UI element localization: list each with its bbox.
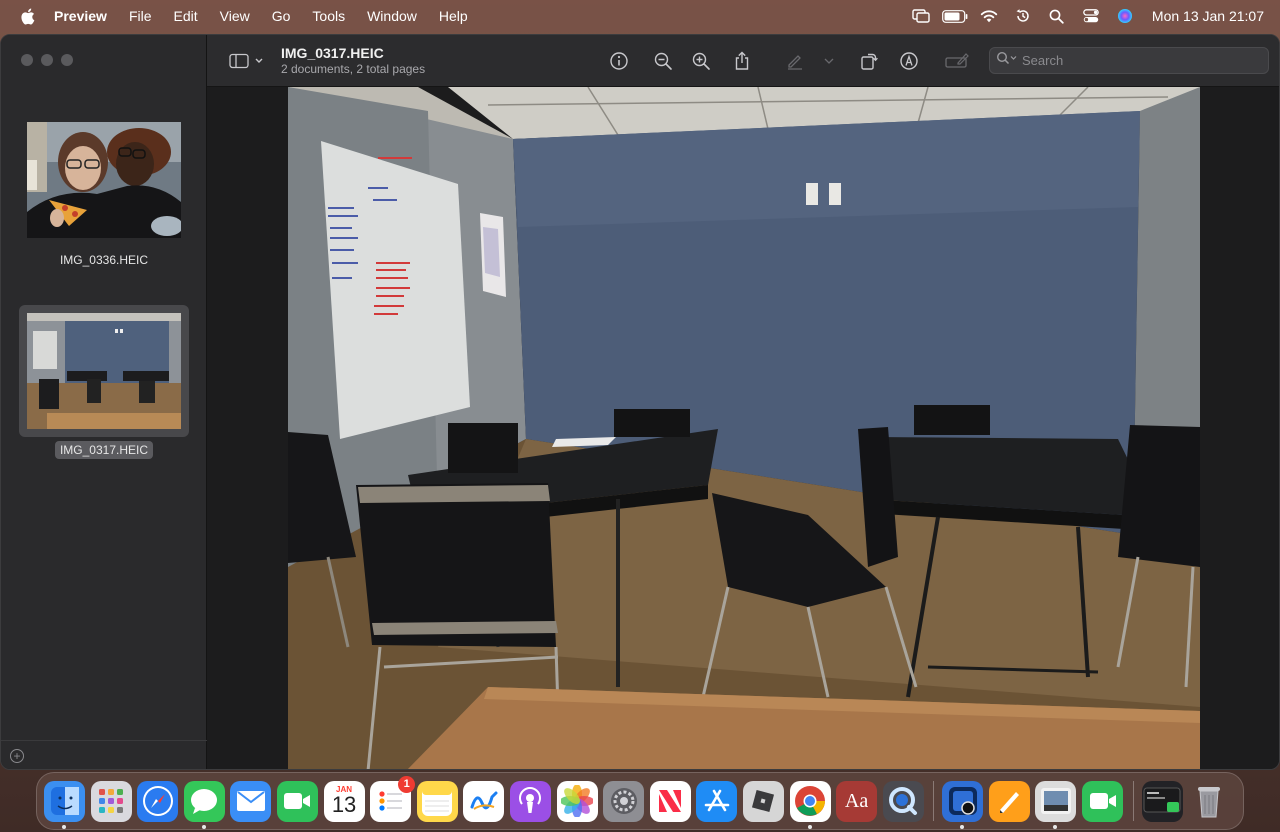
running-indicator [1053,824,1058,829]
menu-go[interactable]: Go [261,8,302,24]
sidebar-item-img-0336[interactable]: IMG_0336.HEIC [1,122,207,269]
share-icon[interactable] [730,49,754,73]
search-input[interactable] [1022,53,1262,68]
menu-edit[interactable]: Edit [163,8,209,24]
calendar-icon[interactable]: JAN 13 [323,780,365,822]
roblox-icon[interactable] [742,780,784,822]
running-indicator [201,824,206,829]
sidebar-item-img-0317[interactable]: IMG_0317.HEIC [1,305,207,459]
sidebar-item-filename: IMG_0336.HEIC [59,253,149,267]
selected-thumbnail-highlight [19,305,189,437]
menu-window[interactable]: Window [356,8,428,24]
search-icon [996,51,1018,70]
app-store-icon[interactable] [696,780,738,822]
dictionary-icon[interactable]: Aa [836,780,878,822]
apple-menu-icon[interactable] [0,8,54,25]
add-page-button[interactable]: + [10,749,24,763]
room-thumbnail-image[interactable] [27,313,181,429]
rotate-icon[interactable] [857,49,881,73]
sidebar-divider [1,740,207,741]
preview-icon[interactable] [942,780,984,829]
chrome-icon[interactable] [789,780,831,829]
menu-app-name[interactable]: Preview [54,8,118,24]
info-icon[interactable] [607,49,631,73]
trash-icon[interactable] [1188,781,1229,822]
search-field[interactable] [989,47,1269,74]
facetime-icon[interactable] [276,780,318,822]
thumbnail-sidebar: IMG_0336.HEIC IMG_0317.HEIC + [1,35,207,769]
dock: JAN 13 1 Aa [36,772,1244,830]
siri-icon[interactable] [1108,0,1142,32]
dock-separator [933,781,935,821]
menu-clock[interactable]: Mon 13 Jan 21:07 [1152,8,1264,24]
menu-help[interactable]: Help [428,8,479,24]
screen-mirroring-icon[interactable] [904,0,938,32]
document-title: IMG_0317.HEIC [281,45,384,61]
minimize-window-button[interactable] [41,54,53,66]
markup-icon[interactable] [897,49,921,73]
menu-bar: Preview File Edit View Go Tools Window H… [0,0,1280,32]
running-indicator [960,824,965,829]
room-photo-image[interactable] [288,87,1200,769]
preview-document-icon[interactable] [1035,780,1077,829]
launchpad-icon[interactable] [90,780,132,822]
sidebar-toggle-button[interactable] [227,49,267,73]
freeform-icon[interactable] [463,780,505,822]
mail-icon[interactable] [230,780,272,822]
sidebar-item-filename: IMG_0317.HEIC [54,441,154,459]
zoom-window-button[interactable] [61,54,73,66]
notes-icon[interactable] [416,780,458,822]
battery-icon[interactable] [938,0,972,32]
menu-view[interactable]: View [209,8,261,24]
photos-icon[interactable] [556,780,598,822]
control-center-icon[interactable] [1074,0,1108,32]
system-settings-icon[interactable] [603,780,645,822]
highlight-icon [783,49,807,73]
running-indicator [807,824,812,829]
dictionary-glyph: Aa [844,789,869,812]
close-window-button[interactable] [21,54,33,66]
menu-tools[interactable]: Tools [301,8,356,24]
form-filling-icon [943,49,971,73]
reminders-icon[interactable]: 1 [370,775,416,822]
document-canvas [207,87,1279,769]
safari-icon[interactable] [137,780,179,822]
time-machine-icon[interactable] [1006,0,1040,32]
news-icon[interactable] [649,780,691,822]
selfie-thumbnail-image[interactable] [27,122,183,238]
finder-icon[interactable] [44,780,85,829]
calendar-day: 13 [331,792,357,817]
highlight-menu-chevron-icon [819,49,839,73]
running-indicator [62,824,66,829]
menu-file[interactable]: File [118,8,163,24]
zoom-out-icon[interactable] [651,49,675,73]
facetime-mini-icon[interactable] [1082,780,1124,822]
notification-badge: 1 [398,775,416,793]
wifi-icon[interactable] [972,0,1006,32]
podcasts-icon[interactable] [509,780,551,822]
document-subtitle: 2 documents, 2 total pages [281,62,426,76]
window-controls [21,54,73,66]
screen-preview-icon[interactable] [1141,780,1183,822]
spotlight-search-icon[interactable] [1040,0,1074,32]
toolbar: IMG_0317.HEIC 2 documents, 2 total pages [207,35,1279,87]
dock-separator [1132,781,1134,821]
preview-window: IMG_0336.HEIC IMG_0317.HEIC + IMG_0317.H… [0,34,1280,770]
quicktime-icon[interactable] [882,780,924,822]
pages-icon[interactable] [988,780,1030,822]
zoom-in-icon[interactable] [689,49,713,73]
messages-icon[interactable] [183,780,225,829]
